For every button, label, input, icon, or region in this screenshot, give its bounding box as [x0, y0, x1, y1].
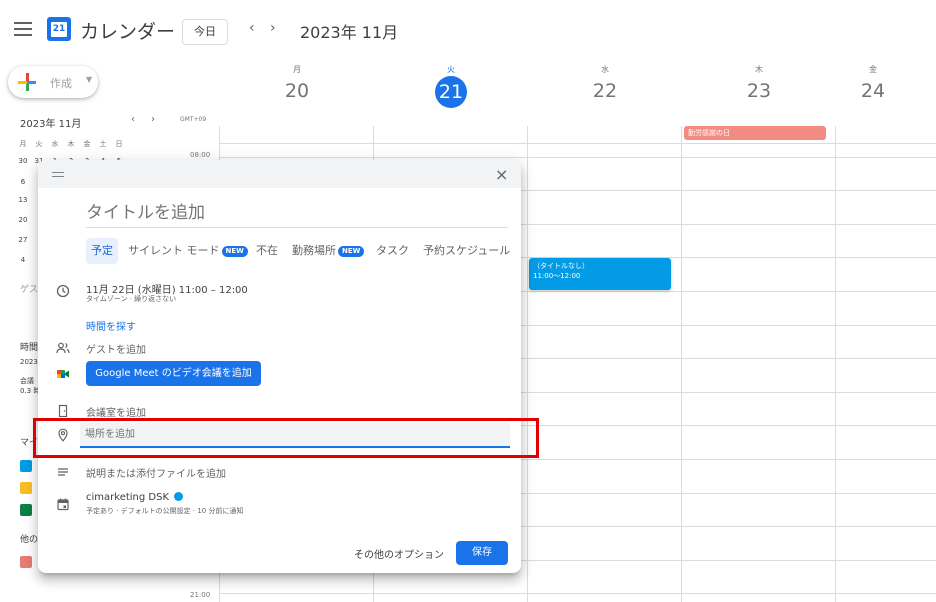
mini-weekday: 土 — [99, 140, 107, 148]
sidebar-fragment: 2023 — [20, 358, 38, 366]
tab-task[interactable]: タスク — [376, 238, 409, 264]
create-button[interactable]: 作成 ▼ — [8, 66, 98, 98]
calendar-name: cimarketing DSK — [86, 492, 170, 503]
new-badge: NEW — [338, 246, 365, 257]
dialog-header: × — [38, 160, 521, 188]
sidebar-fragment: 時間 — [20, 343, 39, 353]
grid-line — [220, 593, 936, 594]
day-weekday: 火 — [447, 65, 455, 74]
hour-label: 08:00 — [190, 151, 211, 159]
room-icon — [58, 404, 68, 418]
grid-line — [681, 126, 682, 602]
tab-appointment[interactable]: 予約スケジュール — [423, 238, 510, 264]
sidebar-fragment: 他の — [20, 535, 39, 545]
timezone-label: GMT+09 — [180, 116, 207, 123]
add-guests-field[interactable]: ゲストを追加 — [86, 341, 146, 356]
mini-day[interactable]: 27 — [17, 236, 29, 244]
event-time: 11:00～12:00 — [533, 272, 581, 280]
google-meet-icon — [57, 370, 69, 378]
calendar-event[interactable]: （タイトルなし） 11:00～12:00 — [529, 258, 671, 290]
mini-weekday: 木 — [67, 140, 75, 148]
tab-out-of-office[interactable]: 不在 — [256, 238, 278, 264]
day-weekday: 月 — [293, 65, 301, 74]
mini-weekday: 火 — [35, 140, 43, 148]
calendar-checkbox[interactable] — [20, 460, 32, 472]
calendar-logo-icon: 21 — [47, 17, 71, 41]
day-weekday: 金 — [869, 65, 877, 74]
day-header[interactable]: 金 24 — [836, 64, 936, 102]
mini-weekday: 水 — [51, 140, 59, 148]
grid-line — [527, 126, 528, 602]
next-week-icon[interactable]: › — [270, 20, 276, 36]
mini-next-icon[interactable]: › — [151, 114, 155, 125]
plus-icon — [18, 73, 36, 91]
close-icon[interactable]: × — [495, 165, 508, 184]
day-number[interactable]: 21 — [435, 76, 467, 108]
grid-line — [220, 157, 936, 158]
find-time-link[interactable]: 時間を探す — [86, 318, 136, 333]
description-icon — [58, 468, 68, 476]
current-month-label: 2023年 11月 — [300, 23, 399, 42]
more-options-button[interactable]: その他のオプション — [354, 546, 444, 561]
mini-day[interactable]: 4 — [17, 256, 29, 264]
day-number[interactable]: 20 — [285, 80, 309, 102]
tab-silent-mode[interactable]: サイレント モード NEW — [128, 238, 248, 264]
mini-day[interactable]: 30 — [17, 157, 29, 165]
app-title: カレンダー — [80, 21, 176, 43]
top-header: 21 カレンダー 今日 ‹ › 2023年 11月 — [0, 0, 936, 60]
add-description-field[interactable]: 説明または添付ファイルを追加 — [86, 465, 226, 480]
tab-label: 勤務場所 — [292, 244, 336, 257]
calendar-selector[interactable]: cimarketing DSK — [86, 492, 184, 503]
event-title: （タイトルなし） — [533, 262, 589, 270]
mini-weekday: 日 — [115, 140, 123, 148]
today-button[interactable]: 今日 — [182, 19, 228, 45]
day-header[interactable]: 月 20 — [220, 64, 374, 102]
new-badge: NEW — [221, 246, 248, 257]
tab-label: サイレント モード — [128, 244, 220, 257]
grid-line — [835, 126, 836, 602]
add-google-meet-button[interactable]: Google Meet のビデオ会議を追加 — [86, 361, 261, 386]
day-header[interactable]: 水 22 — [528, 64, 682, 102]
mini-prev-icon[interactable]: ‹ — [131, 114, 135, 125]
chevron-down-icon: ▼ — [86, 75, 93, 84]
tab-event[interactable]: 予定 — [86, 238, 118, 264]
main-menu-icon[interactable] — [14, 22, 32, 36]
calendar-checkbox[interactable] — [20, 482, 32, 494]
mini-day[interactable]: 13 — [17, 196, 29, 204]
mini-calendar-title: 2023年 11月 — [20, 119, 82, 130]
grid-line — [220, 143, 936, 144]
save-button[interactable]: 保存 — [456, 541, 508, 565]
mini-day[interactable]: 20 — [17, 216, 29, 224]
highlight-annotation — [33, 418, 539, 458]
mini-weekday: 月 — [19, 140, 27, 148]
calendar-icon — [57, 498, 69, 511]
day-number[interactable]: 23 — [747, 80, 771, 102]
calendar-color-dot — [174, 492, 184, 501]
event-dialog: × 予定 サイレント モードNEW 不在 勤務場所NEW タスク 予約スケジュー… — [38, 160, 521, 573]
day-number[interactable]: 24 — [861, 80, 885, 102]
add-room-field[interactable]: 会議室を追加 — [86, 404, 146, 419]
clock-icon — [56, 284, 70, 298]
calendar-checkbox[interactable] — [20, 556, 32, 568]
calendar-settings-sub[interactable]: 予定あり · デフォルトの公開設定 · 10 分前に通知 — [86, 506, 243, 516]
allday-event[interactable]: 勤労感謝の日 — [684, 126, 826, 140]
create-label: 作成 — [50, 77, 72, 90]
day-number[interactable]: 22 — [593, 80, 617, 102]
prev-week-icon[interactable]: ‹ — [249, 20, 255, 36]
day-header-today[interactable]: 火 21 — [374, 64, 528, 108]
mini-weekday: 金 — [83, 140, 91, 148]
day-weekday: 水 — [601, 65, 609, 74]
title-input[interactable] — [86, 198, 508, 228]
guests-icon — [56, 342, 70, 354]
sidebar-fragment: ゲス — [20, 285, 39, 295]
tab-workplace[interactable]: 勤務場所 NEW — [292, 238, 365, 264]
drag-handle-icon[interactable] — [52, 172, 64, 177]
mini-day[interactable]: 6 — [17, 178, 29, 186]
sidebar-fragment: 会議 — [20, 377, 34, 385]
datetime-sub[interactable]: タイムゾーン · 繰り返さない — [86, 294, 176, 304]
hour-label: 21:00 — [190, 591, 211, 599]
calendar-checkbox[interactable] — [20, 504, 32, 516]
